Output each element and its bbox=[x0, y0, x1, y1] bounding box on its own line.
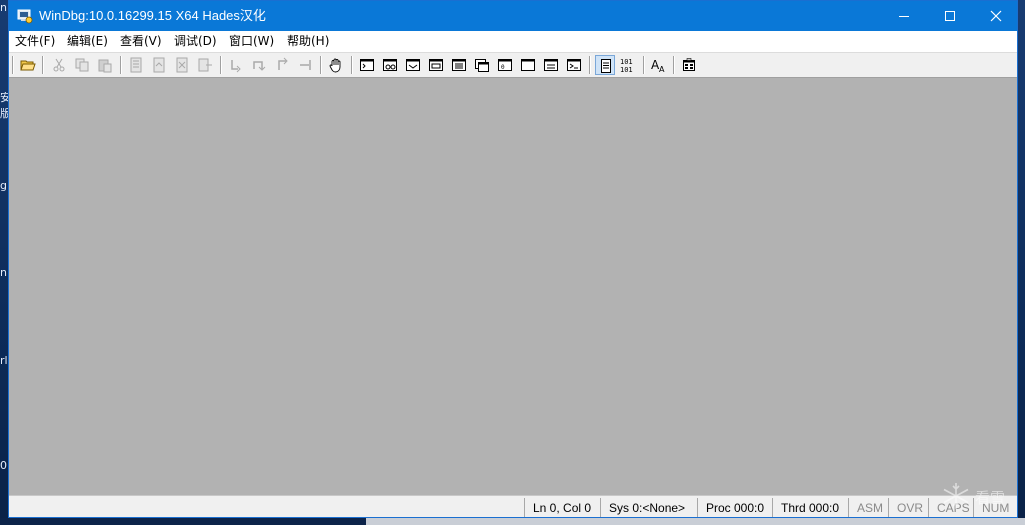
snowflake-icon bbox=[943, 483, 969, 509]
processes-threads-icon[interactable] bbox=[541, 55, 561, 75]
run-to-cursor-icon[interactable] bbox=[295, 55, 315, 75]
menu-edit[interactable]: 编辑(E) bbox=[67, 34, 108, 48]
copy-icon[interactable] bbox=[72, 55, 92, 75]
svg-text:101: 101 bbox=[620, 66, 633, 73]
status-thread: Thrd 000:0 bbox=[772, 498, 848, 517]
paste-icon[interactable] bbox=[95, 55, 115, 75]
go-icon[interactable] bbox=[126, 55, 146, 75]
locals-window-icon[interactable] bbox=[403, 55, 423, 75]
desktop-edge-text: 版 bbox=[0, 108, 8, 120]
taskbar-strip bbox=[0, 518, 1025, 525]
toolbar-separator bbox=[120, 56, 122, 74]
toolbar-separator bbox=[351, 56, 353, 74]
watch-window-icon[interactable] bbox=[380, 55, 400, 75]
close-button[interactable] bbox=[973, 1, 1017, 31]
toolbar-separator bbox=[12, 56, 14, 74]
command-window-icon[interactable] bbox=[357, 55, 377, 75]
toolbar: 0 101 101 AA bbox=[9, 53, 1017, 78]
toolbar-separator bbox=[220, 56, 222, 74]
cut-icon[interactable] bbox=[49, 55, 69, 75]
toolbar-separator bbox=[320, 56, 322, 74]
desktop-edge-text: n. bbox=[0, 267, 8, 279]
disassembly-window-icon[interactable]: 0 bbox=[495, 55, 515, 75]
scratch-pad-icon[interactable] bbox=[518, 55, 538, 75]
font-icon[interactable]: AA bbox=[649, 55, 669, 75]
call-stack-icon[interactable] bbox=[472, 55, 492, 75]
windbg-window: WinDbg:10.0.16299.15 X64 Hades汉化 文件(F) 编… bbox=[8, 0, 1018, 518]
toolbar-separator bbox=[589, 56, 591, 74]
toolbar-separator bbox=[673, 56, 675, 74]
desktop-edge-text: 01 bbox=[0, 460, 8, 472]
desktop-edge-text: 安 bbox=[0, 92, 8, 104]
svg-text:0: 0 bbox=[501, 64, 505, 71]
watermark-text: 看雪 bbox=[975, 489, 1006, 507]
status-ovr: OVR bbox=[888, 498, 928, 517]
hex-mode-icon[interactable]: 101 101 bbox=[618, 55, 638, 75]
debugger-workspace[interactable] bbox=[9, 78, 1017, 495]
toolbar-separator bbox=[643, 56, 645, 74]
desktop-edge-text: n. bbox=[0, 2, 8, 14]
options-icon[interactable] bbox=[679, 55, 699, 75]
status-system: Sys 0:<None> bbox=[600, 498, 697, 517]
desktop-edge-text: g bbox=[0, 180, 7, 192]
step-into-icon[interactable] bbox=[226, 55, 246, 75]
status-bar: Ln 0, Col 0 Sys 0:<None> Proc 000:0 Thrd… bbox=[9, 495, 1017, 517]
memory-window-icon[interactable] bbox=[449, 55, 469, 75]
step-out-icon[interactable] bbox=[272, 55, 292, 75]
menu-bar: 文件(F) 编辑(E) 查看(V) 调试(D) 窗口(W) 帮助(H) bbox=[9, 31, 1017, 53]
status-asm: ASM bbox=[848, 498, 888, 517]
title-bar[interactable]: WinDbg:10.0.16299.15 X64 Hades汉化 bbox=[9, 1, 1017, 31]
windbg-app-icon[interactable] bbox=[17, 8, 33, 24]
break-icon[interactable] bbox=[326, 55, 346, 75]
desktop-edge-text: rl bbox=[0, 355, 8, 367]
stop-debugging-icon[interactable] bbox=[172, 55, 192, 75]
menu-view[interactable]: 查看(V) bbox=[120, 34, 162, 48]
restart-icon[interactable] bbox=[149, 55, 169, 75]
svg-text:A: A bbox=[659, 65, 665, 73]
svg-text:101: 101 bbox=[620, 58, 633, 66]
window-title: WinDbg:10.0.16299.15 X64 Hades汉化 bbox=[39, 8, 266, 23]
menu-window[interactable]: 窗口(W) bbox=[229, 34, 274, 48]
minimize-button[interactable] bbox=[881, 1, 927, 31]
menu-help[interactable]: 帮助(H) bbox=[287, 34, 329, 48]
detach-icon[interactable] bbox=[195, 55, 215, 75]
step-over-icon[interactable] bbox=[249, 55, 269, 75]
source-mode-icon[interactable] bbox=[595, 55, 615, 75]
taskbar-highlight bbox=[366, 518, 1025, 525]
toolbar-separator bbox=[42, 56, 44, 74]
registers-window-icon[interactable] bbox=[426, 55, 446, 75]
status-line-col: Ln 0, Col 0 bbox=[524, 498, 600, 517]
kanxue-watermark: 看雪 bbox=[941, 479, 1017, 517]
status-process: Proc 000:0 bbox=[697, 498, 772, 517]
menu-file[interactable]: 文件(F) bbox=[15, 34, 55, 48]
menu-debug[interactable]: 调试(D) bbox=[174, 34, 217, 48]
open-icon[interactable] bbox=[18, 55, 38, 75]
maximize-button[interactable] bbox=[927, 1, 973, 31]
command-browser-icon[interactable] bbox=[564, 55, 584, 75]
